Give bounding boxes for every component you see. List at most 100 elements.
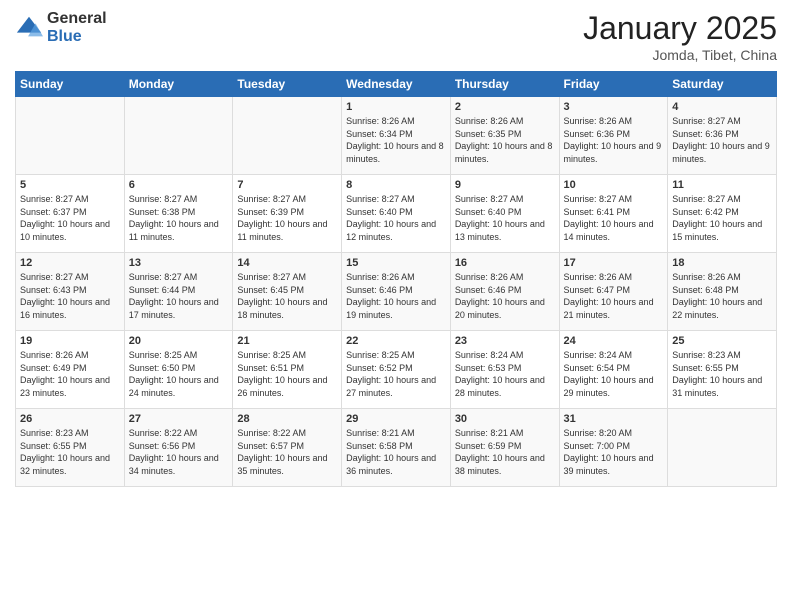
- day-number: 18: [672, 257, 772, 269]
- day-number: 1: [346, 101, 446, 113]
- calendar-header: Sunday Monday Tuesday Wednesday Thursday…: [16, 72, 777, 97]
- day-cell: 10Sunrise: 8:27 AM Sunset: 6:41 PM Dayli…: [559, 175, 668, 253]
- header: General Blue January 2025 Jomda, Tibet, …: [15, 10, 777, 63]
- day-info: Sunrise: 8:27 AM Sunset: 6:43 PM Dayligh…: [20, 271, 120, 321]
- day-number: 20: [129, 335, 229, 347]
- day-info: Sunrise: 8:24 AM Sunset: 6:53 PM Dayligh…: [455, 349, 555, 399]
- day-info: Sunrise: 8:23 AM Sunset: 6:55 PM Dayligh…: [672, 349, 772, 399]
- day-info: Sunrise: 8:27 AM Sunset: 6:36 PM Dayligh…: [672, 115, 772, 165]
- day-cell: 31Sunrise: 8:20 AM Sunset: 7:00 PM Dayli…: [559, 409, 668, 487]
- day-number: 21: [237, 335, 337, 347]
- day-number: 26: [20, 413, 120, 425]
- header-thursday: Thursday: [450, 72, 559, 97]
- day-cell: [233, 97, 342, 175]
- day-info: Sunrise: 8:27 AM Sunset: 6:44 PM Dayligh…: [129, 271, 229, 321]
- day-info: Sunrise: 8:26 AM Sunset: 6:34 PM Dayligh…: [346, 115, 446, 165]
- day-cell: 20 Sunrise: 8:25 AM Sunset: 6:50 PM Dayli…: [124, 331, 233, 409]
- day-info: Sunrise: 8:27 AM Sunset: 6:38 PM Dayligh…: [129, 193, 229, 243]
- day-number: 15: [346, 257, 446, 269]
- day-number: 23: [455, 335, 555, 347]
- day-cell: 14Sunrise: 8:27 AM Sunset: 6:45 PM Dayli…: [233, 253, 342, 331]
- day-number: 12: [20, 257, 120, 269]
- day-info: Sunrise: 8:22 AM Sunset: 6:56 PM Dayligh…: [129, 427, 229, 477]
- day-number: 27: [129, 413, 229, 425]
- day-number: 10: [564, 179, 664, 191]
- day-cell: 28 Sunrise: 8:22 AM Sunset: 6:57 PM Dayli…: [233, 409, 342, 487]
- day-number: 6: [129, 179, 229, 191]
- day-info: Sunrise: 8:27 AM Sunset: 6:37 PM Dayligh…: [20, 193, 120, 243]
- header-row: Sunday Monday Tuesday Wednesday Thursday…: [16, 72, 777, 97]
- day-info: Sunrise: 8:25 AM Sunset: 6:51 PM Dayligh…: [237, 349, 337, 399]
- day-number: 24: [564, 335, 664, 347]
- day-number: 11: [672, 179, 772, 191]
- day-cell: 4 Sunrise: 8:27 AM Sunset: 6:36 PM Daylig…: [668, 97, 777, 175]
- day-info: Sunrise: 8:20 AM Sunset: 7:00 PM Dayligh…: [564, 427, 664, 477]
- header-friday: Friday: [559, 72, 668, 97]
- day-cell: 7 Sunrise: 8:27 AM Sunset: 6:39 PM Daylig…: [233, 175, 342, 253]
- day-number: 28: [237, 413, 337, 425]
- day-cell: 19 Sunrise: 8:26 AM Sunset: 6:49 PM Dayli…: [16, 331, 125, 409]
- day-number: 30: [455, 413, 555, 425]
- day-number: 25: [672, 335, 772, 347]
- day-info: Sunrise: 8:27 AM Sunset: 6:42 PM Dayligh…: [672, 193, 772, 243]
- day-cell: 17 Sunrise: 8:26 AM Sunset: 6:47 PM Dayli…: [559, 253, 668, 331]
- day-cell: 16 Sunrise: 8:26 AM Sunset: 6:46 PM Dayli…: [450, 253, 559, 331]
- calendar: Sunday Monday Tuesday Wednesday Thursday…: [15, 71, 777, 487]
- day-number: 19: [20, 335, 120, 347]
- day-cell: 29 Sunrise: 8:21 AM Sunset: 6:58 PM Dayli…: [342, 409, 451, 487]
- day-cell: 25 Sunrise: 8:23 AM Sunset: 6:55 PM Dayli…: [668, 331, 777, 409]
- logo-icon: [15, 14, 43, 42]
- day-number: 2: [455, 101, 555, 113]
- day-info: Sunrise: 8:22 AM Sunset: 6:57 PM Dayligh…: [237, 427, 337, 477]
- day-cell: 26Sunrise: 8:23 AM Sunset: 6:55 PM Dayli…: [16, 409, 125, 487]
- day-info: Sunrise: 8:21 AM Sunset: 6:58 PM Dayligh…: [346, 427, 446, 477]
- week-row-1: 5 Sunrise: 8:27 AM Sunset: 6:37 PM Daylig…: [16, 175, 777, 253]
- day-info: Sunrise: 8:26 AM Sunset: 6:49 PM Dayligh…: [20, 349, 120, 399]
- day-number: 8: [346, 179, 446, 191]
- day-info: Sunrise: 8:27 AM Sunset: 6:40 PM Dayligh…: [455, 193, 555, 243]
- header-wednesday: Wednesday: [342, 72, 451, 97]
- week-row-4: 26Sunrise: 8:23 AM Sunset: 6:55 PM Dayli…: [16, 409, 777, 487]
- day-number: 5: [20, 179, 120, 191]
- header-tuesday: Tuesday: [233, 72, 342, 97]
- day-info: Sunrise: 8:26 AM Sunset: 6:47 PM Dayligh…: [564, 271, 664, 321]
- day-number: 7: [237, 179, 337, 191]
- logo: General Blue: [15, 10, 107, 45]
- day-info: Sunrise: 8:25 AM Sunset: 6:50 PM Dayligh…: [129, 349, 229, 399]
- day-cell: 13 Sunrise: 8:27 AM Sunset: 6:44 PM Dayli…: [124, 253, 233, 331]
- day-info: Sunrise: 8:25 AM Sunset: 6:52 PM Dayligh…: [346, 349, 446, 399]
- day-cell: 12 Sunrise: 8:27 AM Sunset: 6:43 PM Dayli…: [16, 253, 125, 331]
- day-info: Sunrise: 8:26 AM Sunset: 6:35 PM Dayligh…: [455, 115, 555, 165]
- day-info: Sunrise: 8:27 AM Sunset: 6:45 PM Dayligh…: [237, 271, 337, 321]
- day-number: 17: [564, 257, 664, 269]
- day-cell: 22Sunrise: 8:25 AM Sunset: 6:52 PM Dayli…: [342, 331, 451, 409]
- day-cell: 30 Sunrise: 8:21 AM Sunset: 6:59 PM Dayli…: [450, 409, 559, 487]
- page: General Blue January 2025 Jomda, Tibet, …: [0, 0, 792, 612]
- day-info: Sunrise: 8:21 AM Sunset: 6:59 PM Dayligh…: [455, 427, 555, 477]
- month-title: January 2025: [583, 10, 777, 47]
- day-info: Sunrise: 8:24 AM Sunset: 6:54 PM Dayligh…: [564, 349, 664, 399]
- header-saturday: Saturday: [668, 72, 777, 97]
- day-number: 4: [672, 101, 772, 113]
- logo-general: General: [47, 10, 107, 28]
- day-cell: 6 Sunrise: 8:27 AM Sunset: 6:38 PM Daylig…: [124, 175, 233, 253]
- week-row-0: 1 Sunrise: 8:26 AM Sunset: 6:34 PM Daylig…: [16, 97, 777, 175]
- week-row-3: 19 Sunrise: 8:26 AM Sunset: 6:49 PM Dayli…: [16, 331, 777, 409]
- day-number: 16: [455, 257, 555, 269]
- calendar-body: 1 Sunrise: 8:26 AM Sunset: 6:34 PM Daylig…: [16, 97, 777, 487]
- header-sunday: Sunday: [16, 72, 125, 97]
- day-cell: 1 Sunrise: 8:26 AM Sunset: 6:34 PM Daylig…: [342, 97, 451, 175]
- day-info: Sunrise: 8:27 AM Sunset: 6:39 PM Dayligh…: [237, 193, 337, 243]
- day-info: Sunrise: 8:27 AM Sunset: 6:40 PM Dayligh…: [346, 193, 446, 243]
- day-cell: 8 Sunrise: 8:27 AM Sunset: 6:40 PM Daylig…: [342, 175, 451, 253]
- day-info: Sunrise: 8:26 AM Sunset: 6:46 PM Dayligh…: [455, 271, 555, 321]
- logo-text: General Blue: [47, 10, 107, 45]
- day-info: Sunrise: 8:26 AM Sunset: 6:46 PM Dayligh…: [346, 271, 446, 321]
- day-number: 13: [129, 257, 229, 269]
- day-number: 9: [455, 179, 555, 191]
- day-cell: 18 Sunrise: 8:26 AM Sunset: 6:48 PM Dayli…: [668, 253, 777, 331]
- day-info: Sunrise: 8:26 AM Sunset: 6:48 PM Dayligh…: [672, 271, 772, 321]
- day-cell: 15 Sunrise: 8:26 AM Sunset: 6:46 PM Dayli…: [342, 253, 451, 331]
- day-cell: 23 Sunrise: 8:24 AM Sunset: 6:53 PM Dayli…: [450, 331, 559, 409]
- day-number: 29: [346, 413, 446, 425]
